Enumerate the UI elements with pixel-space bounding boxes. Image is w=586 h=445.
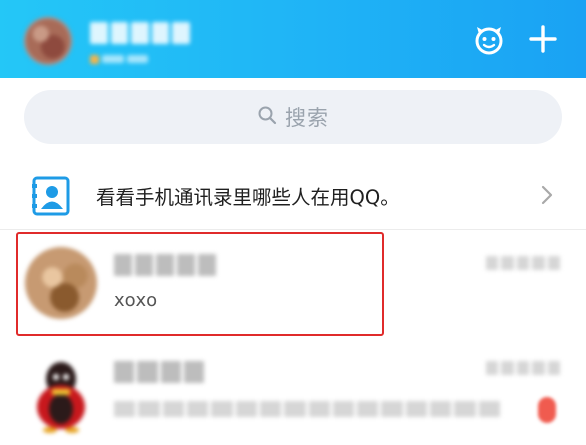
chat-avatar <box>25 247 97 319</box>
my-avatar[interactable] <box>24 17 72 65</box>
chat-time-blurred <box>486 361 561 375</box>
divider <box>0 229 586 230</box>
contacts-banner-text: 看看手机通讯录里哪些人在用QQ。 <box>96 186 400 209</box>
search-icon <box>257 105 277 129</box>
chat-name-blurred <box>114 361 204 383</box>
chat-list-item[interactable] <box>0 345 586 445</box>
search-bar[interactable]: 搜索 <box>24 90 562 144</box>
my-status-blurred[interactable] <box>90 54 148 64</box>
qq-pet-icon[interactable] <box>472 22 506 56</box>
chat-time-blurred <box>486 256 561 270</box>
top-bar <box>0 0 586 78</box>
chat-name-blurred <box>114 254 216 276</box>
chevron-right-icon <box>540 184 554 206</box>
chat-list-item[interactable]: xoxo <box>0 232 586 332</box>
contact-book-icon <box>32 176 70 216</box>
chat-preview: xoxo <box>114 290 158 311</box>
unread-badge <box>538 397 556 423</box>
plus-icon[interactable] <box>526 22 560 56</box>
search-placeholder: 搜索 <box>285 106 329 130</box>
my-nickname-blurred <box>90 22 190 44</box>
chat-preview-blurred <box>114 401 500 417</box>
chat-avatar-penguin <box>30 357 92 433</box>
contacts-match-banner[interactable]: 看看手机通讯录里哪些人在用QQ。 <box>0 162 586 228</box>
